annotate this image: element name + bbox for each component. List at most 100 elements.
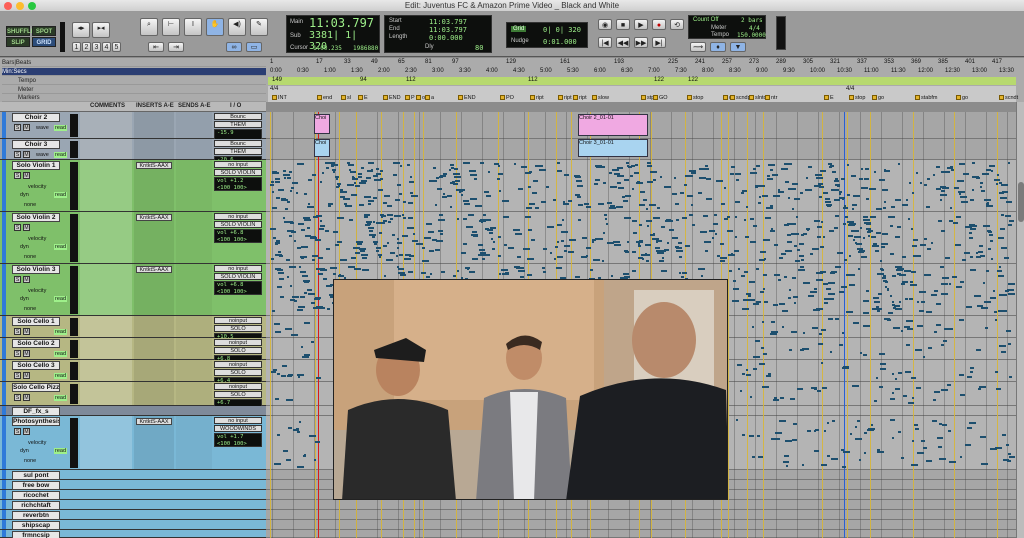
output-selector[interactable]: SOLO — [214, 325, 262, 332]
midi-note[interactable] — [972, 162, 975, 164]
midi-note[interactable] — [284, 177, 286, 179]
midi-note[interactable] — [422, 260, 429, 262]
midi-note[interactable] — [290, 222, 294, 224]
midi-note[interactable] — [533, 180, 538, 182]
midi-note[interactable] — [635, 164, 638, 166]
midi-note[interactable] — [439, 214, 443, 216]
automation-mode[interactable]: read — [54, 351, 68, 357]
midi-note[interactable] — [290, 299, 295, 301]
spot-mode-button[interactable]: SPOT — [32, 26, 56, 36]
automation-mode[interactable]: read — [54, 244, 68, 250]
track-name[interactable]: Solo Cello 2 — [12, 339, 60, 348]
midi-note[interactable] — [547, 226, 554, 228]
grid-nudge-display[interactable]: Grid 0| 0| 320 Nudge 0:01.000 — [506, 22, 588, 48]
midi-note[interactable] — [890, 295, 892, 297]
midi-note[interactable] — [676, 250, 683, 252]
midi-note[interactable] — [355, 185, 360, 187]
midi-note[interactable] — [839, 193, 841, 195]
midi-note[interactable] — [733, 280, 736, 282]
midi-note[interactable] — [741, 275, 745, 277]
midi-note[interactable] — [575, 176, 581, 178]
midi-note[interactable] — [676, 219, 679, 221]
midi-note[interactable] — [443, 193, 445, 195]
midi-note[interactable] — [947, 384, 951, 386]
midi-note[interactable] — [1008, 224, 1012, 226]
track-name[interactable]: free bow — [12, 481, 60, 490]
midi-note[interactable] — [874, 400, 877, 402]
midi-note[interactable] — [623, 200, 628, 202]
midi-note[interactable] — [744, 271, 748, 273]
midi-note[interactable] — [440, 233, 443, 235]
midi-note[interactable] — [883, 280, 887, 282]
midi-note[interactable] — [972, 422, 975, 424]
midi-note[interactable] — [759, 363, 765, 365]
midi-note[interactable] — [892, 301, 894, 303]
midi-note[interactable] — [972, 189, 974, 191]
automation-mode[interactable]: read — [54, 395, 68, 401]
midi-note[interactable] — [793, 296, 798, 298]
midi-note[interactable] — [410, 192, 413, 194]
midi-note[interactable] — [606, 223, 608, 225]
mute-button[interactable]: M — [23, 328, 30, 335]
midi-note[interactable] — [554, 258, 556, 260]
midi-note[interactable] — [837, 189, 839, 191]
midi-note[interactable] — [287, 177, 291, 179]
midi-note[interactable] — [931, 242, 933, 244]
marker-flag[interactable]: stop — [687, 94, 703, 102]
midi-note[interactable] — [426, 276, 430, 278]
midi-note[interactable] — [735, 216, 737, 218]
sends-area[interactable] — [176, 316, 212, 337]
midi-note[interactable] — [951, 169, 954, 171]
keyboard-focus-button[interactable]: ▭ — [246, 42, 262, 52]
inserts-area[interactable] — [134, 360, 174, 381]
midi-note[interactable] — [403, 201, 406, 203]
midi-note[interactable] — [308, 179, 312, 181]
midi-note[interactable] — [845, 216, 848, 218]
midi-note[interactable] — [408, 202, 413, 204]
input-selector[interactable]: no input — [214, 213, 262, 220]
midi-note[interactable] — [877, 449, 880, 451]
comments-field[interactable] — [80, 416, 132, 469]
midi-note[interactable] — [911, 377, 916, 379]
midi-note[interactable] — [815, 174, 822, 176]
midi-note[interactable] — [312, 174, 316, 176]
midi-note[interactable] — [976, 349, 981, 351]
midi-note[interactable] — [866, 198, 869, 200]
midi-note[interactable] — [982, 173, 989, 175]
midi-note[interactable] — [517, 256, 521, 258]
midi-note[interactable] — [364, 196, 371, 198]
midi-note[interactable] — [967, 427, 972, 429]
midi-note[interactable] — [795, 260, 800, 262]
io-section[interactable]: no input SOLO VIOLIN vol +6.8 <100 100> — [214, 265, 262, 295]
midi-note[interactable] — [753, 368, 757, 370]
midi-note[interactable] — [874, 171, 876, 173]
speaker-icon[interactable]: ◀) — [228, 18, 246, 36]
midi-note[interactable] — [908, 218, 910, 220]
midi-note[interactable] — [868, 235, 870, 237]
midi-note[interactable] — [842, 367, 849, 369]
midi-note[interactable] — [785, 181, 789, 183]
midi-note[interactable] — [727, 230, 733, 232]
track-name[interactable]: reverbtn — [12, 511, 60, 520]
midi-note[interactable] — [384, 275, 386, 277]
zoom-preset-5[interactable]: 5 — [112, 42, 121, 52]
midi-note[interactable] — [898, 372, 902, 374]
midi-note[interactable] — [482, 258, 485, 260]
midi-note[interactable] — [366, 177, 371, 179]
midi-note[interactable] — [361, 180, 367, 182]
midi-note[interactable] — [882, 277, 886, 279]
midi-note[interactable] — [844, 205, 846, 207]
midi-note[interactable] — [746, 369, 748, 371]
midi-note[interactable] — [409, 255, 414, 257]
timeline-lane[interactable] — [266, 530, 1016, 538]
midi-note[interactable] — [343, 198, 350, 200]
midi-note[interactable] — [999, 345, 1006, 347]
midi-note[interactable] — [610, 202, 612, 204]
midi-note[interactable] — [773, 304, 778, 306]
output-selector[interactable]: THEM — [214, 121, 262, 128]
midi-note[interactable] — [927, 178, 930, 180]
midi-note[interactable] — [598, 203, 604, 205]
midi-note[interactable] — [764, 258, 766, 260]
midi-note[interactable] — [272, 191, 274, 193]
midi-note[interactable] — [639, 240, 643, 242]
